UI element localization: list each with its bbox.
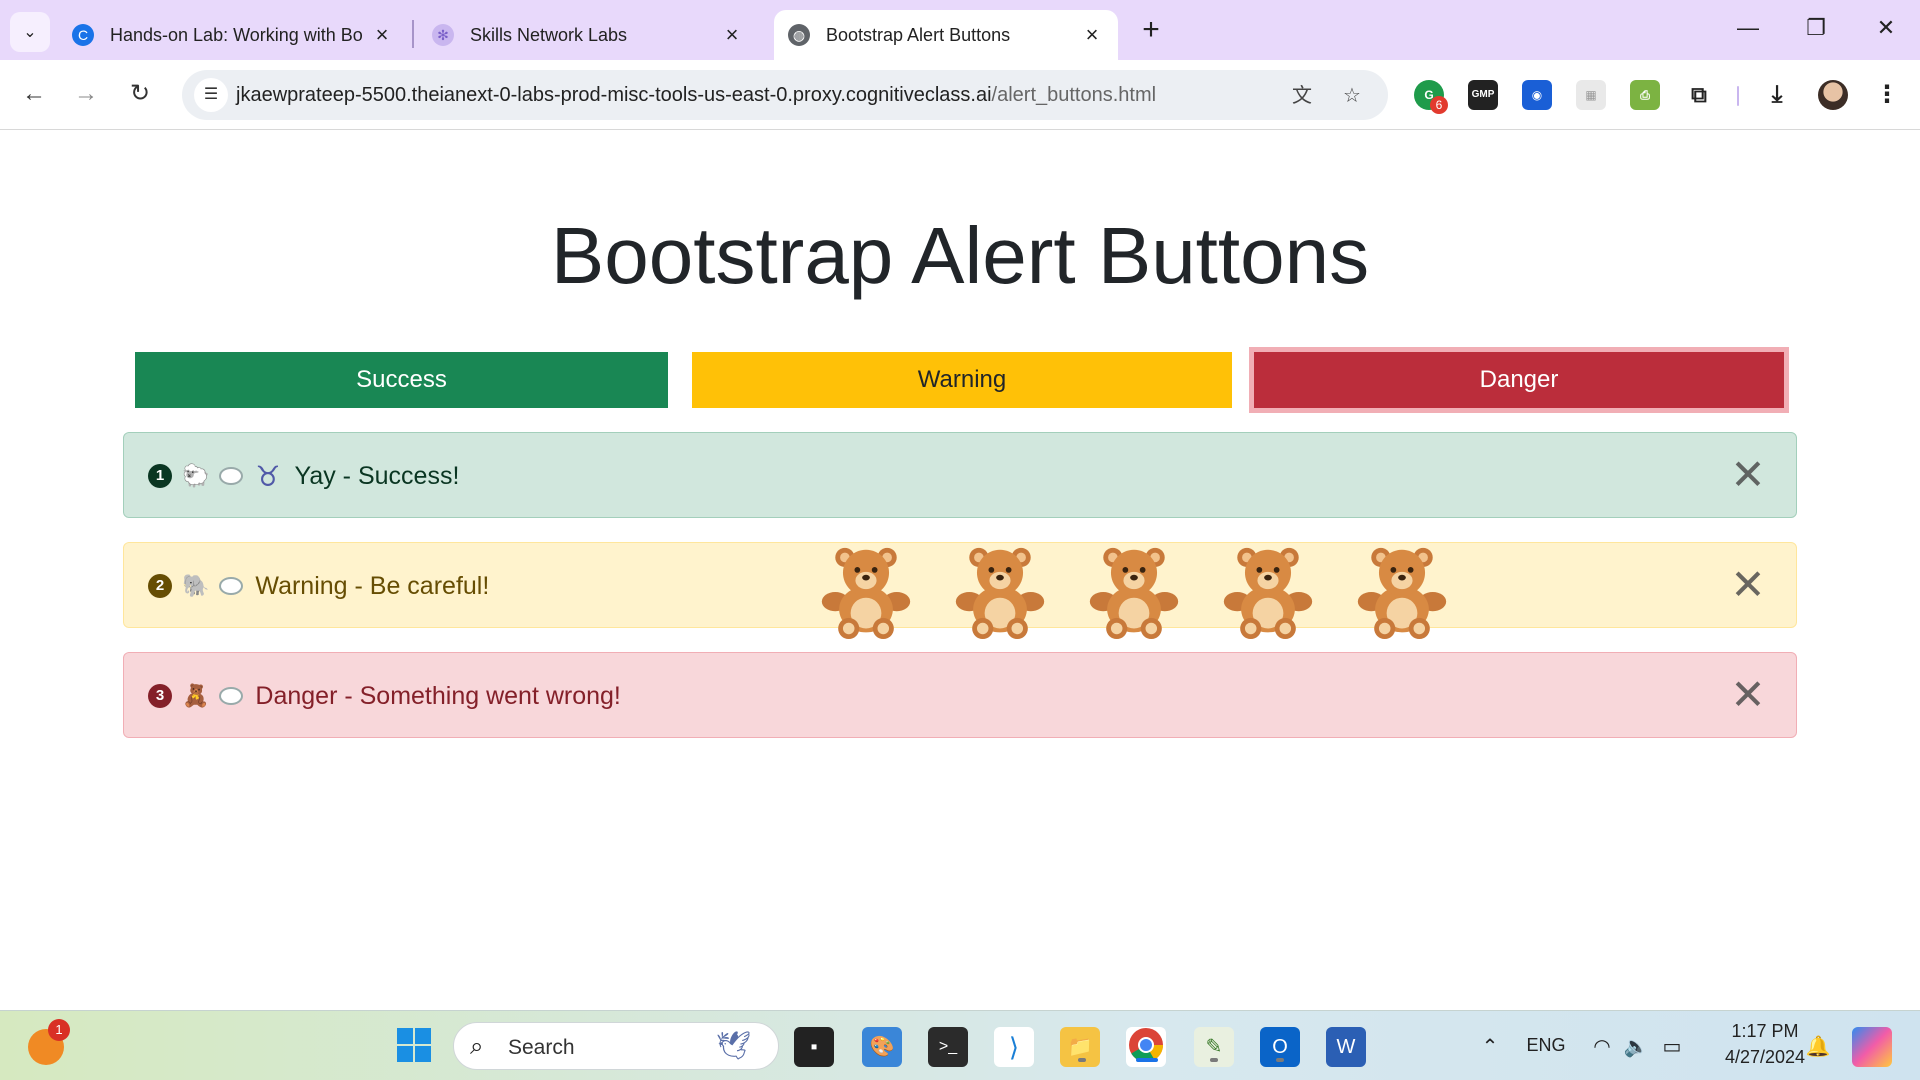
battery-icon[interactable]: ▭ bbox=[1652, 1027, 1692, 1067]
teddy-bear-icon bbox=[821, 547, 911, 640]
alert-message: Yay - Success! bbox=[294, 461, 460, 490]
camera-extension-icon[interactable]: ◉ bbox=[1522, 80, 1552, 110]
close-alert-icon[interactable]: ✕ bbox=[1726, 563, 1770, 607]
bookmark-star-icon[interactable]: ☆ bbox=[1338, 82, 1366, 110]
alert-content: 3 🧸 Danger - Something went wrong! bbox=[148, 653, 621, 739]
taskbar-search-box[interactable]: ⌕ Search 🕊 bbox=[453, 1022, 779, 1070]
alert-message: Danger - Something went wrong! bbox=[255, 681, 621, 710]
teddy-bear-icon bbox=[955, 547, 1045, 640]
teddy-bear-icon bbox=[1223, 547, 1313, 640]
alert-number-badge: 1 bbox=[148, 464, 172, 488]
search-placeholder: Search bbox=[508, 1036, 575, 1059]
forward-arrow-icon[interactable]: → bbox=[66, 74, 106, 114]
windows-taskbar: 1 ⌕ Search 🕊 ▪ 🎨 >_ ⟩ 📁 ✎ O W ⌃ ENG ◠ 🔈 … bbox=[0, 1010, 1920, 1080]
terminal-icon[interactable]: >_ bbox=[928, 1027, 968, 1067]
coursera-icon: C bbox=[72, 24, 94, 46]
new-tab-plus-icon[interactable]: + bbox=[1136, 12, 1166, 48]
search-highlight-bird-icon: 🕊 bbox=[716, 1030, 752, 1061]
danger-button[interactable]: Danger bbox=[1254, 352, 1784, 408]
tab-search-chevron-icon[interactable]: ⌄ bbox=[10, 12, 50, 52]
show-hidden-icons-chevron-icon[interactable]: ⌃ bbox=[1470, 1027, 1510, 1067]
windows-start-icon[interactable] bbox=[394, 1027, 434, 1067]
speech-bubble-icon bbox=[219, 687, 244, 705]
close-alert-icon[interactable]: ✕ bbox=[1726, 673, 1770, 717]
speech-bubble-icon bbox=[219, 577, 244, 595]
taurus-icon: ♉ bbox=[255, 459, 281, 493]
url-path: /alert_buttons.html bbox=[991, 84, 1157, 106]
translate-icon[interactable]: 文 bbox=[1288, 82, 1316, 110]
alert-content: 1 🐑 ♉ Yay - Success! bbox=[148, 433, 459, 519]
vscode-icon[interactable]: ⟩ bbox=[994, 1027, 1034, 1067]
copilot-icon[interactable] bbox=[1852, 1027, 1892, 1067]
globe-icon: ◍ bbox=[788, 24, 810, 46]
teddy-bear-icon bbox=[1357, 547, 1447, 640]
url-host: jkaewprateep-5500.theianext-0-labs-prod-… bbox=[236, 84, 992, 106]
address-bar[interactable]: ☰ jkaewprateep-5500.theianext-0-labs-pro… bbox=[182, 70, 1388, 120]
teddy-bear-small-icon: 🧸 bbox=[182, 683, 210, 709]
task-view-icon[interactable]: ▪ bbox=[794, 1027, 834, 1067]
back-arrow-icon[interactable]: ← bbox=[14, 74, 54, 114]
tab-bootstrap-alert-buttons[interactable]: ◍ Bootstrap Alert Buttons × bbox=[774, 10, 1118, 60]
close-tab-icon[interactable]: × bbox=[1080, 22, 1104, 48]
teddy-bear-icon bbox=[1089, 547, 1179, 640]
toolbar-divider bbox=[1737, 86, 1739, 106]
speech-bubble-icon bbox=[219, 467, 244, 485]
alert-message: Warning - Be careful! bbox=[255, 571, 490, 600]
browser-tab-bar: ⌄ C Hands-on Lab: Working with Bo × ✻ Sk… bbox=[0, 0, 1920, 60]
alert-number-badge: 2 bbox=[148, 574, 172, 598]
taskbar-running-indicator bbox=[1078, 1058, 1086, 1062]
elephant-icon: 🐘 bbox=[182, 573, 210, 599]
profile-avatar[interactable] bbox=[1818, 80, 1848, 110]
success-button[interactable]: Success bbox=[135, 352, 668, 408]
danger-alert: 3 🧸 Danger - Something went wrong! ✕ bbox=[123, 652, 1797, 738]
tab-title: Skills Network Labs bbox=[470, 24, 628, 45]
volume-icon[interactable]: 🔈 bbox=[1616, 1027, 1656, 1067]
blank-extension-icon[interactable]: ▦ bbox=[1576, 80, 1606, 110]
sheep-icon: 🐑 bbox=[182, 463, 210, 489]
site-info-icon[interactable]: ☰ bbox=[194, 78, 228, 112]
reload-icon[interactable]: ↻ bbox=[120, 74, 160, 114]
restore-icon[interactable]: ❐ bbox=[1786, 8, 1846, 48]
gmp-extension-icon[interactable]: GMP bbox=[1468, 80, 1498, 110]
tab-divider bbox=[412, 20, 414, 48]
windows-logo-icon bbox=[397, 1028, 431, 1062]
taskbar-running-indicator bbox=[1276, 1058, 1284, 1062]
page-title: Bootstrap Alert Buttons bbox=[550, 211, 1370, 300]
word-icon[interactable]: W bbox=[1326, 1027, 1366, 1067]
menu-kebab-icon[interactable]: ⋮ bbox=[1872, 80, 1902, 110]
minimize-icon[interactable]: — bbox=[1718, 8, 1778, 48]
taskbar-running-indicator bbox=[1210, 1058, 1218, 1062]
url-text[interactable]: jkaewprateep-5500.theianext-0-labs-prod-… bbox=[236, 84, 1156, 107]
download-icon[interactable]: ⤓ bbox=[1762, 80, 1792, 110]
tab-hands-on-lab[interactable]: C Hands-on Lab: Working with Bo × bbox=[58, 10, 408, 60]
tab-title: Hands-on Lab: Working with Bo bbox=[110, 24, 363, 45]
alert-number-badge: 3 bbox=[148, 684, 172, 708]
browser-toolbar: ← → ↻ ☰ jkaewprateep-5500.theianext-0-la… bbox=[0, 60, 1920, 130]
warning-button[interactable]: Warning bbox=[692, 352, 1232, 408]
printer-extension-icon[interactable]: ⎙ bbox=[1630, 80, 1660, 110]
close-window-icon[interactable]: ✕ bbox=[1856, 8, 1916, 48]
tab-skills-network[interactable]: ✻ Skills Network Labs × bbox=[418, 10, 758, 60]
search-icon: ⌕ bbox=[470, 1033, 484, 1060]
close-tab-icon[interactable]: × bbox=[720, 22, 744, 48]
puzzle-extensions-icon[interactable]: ⧉ bbox=[1684, 80, 1714, 110]
taskbar-active-indicator bbox=[1136, 1058, 1158, 1062]
close-tab-icon[interactable]: × bbox=[370, 22, 394, 48]
success-alert: 1 🐑 ♉ Yay - Success! ✕ bbox=[123, 432, 1797, 518]
paint-icon[interactable]: 🎨 bbox=[862, 1027, 902, 1067]
notification-badge: 1 bbox=[48, 1019, 70, 1041]
skills-network-icon: ✻ bbox=[432, 24, 454, 46]
notifications-bell-icon[interactable]: 🔔 bbox=[1798, 1027, 1838, 1067]
extension-badge: 6 bbox=[1430, 96, 1448, 114]
close-alert-icon[interactable]: ✕ bbox=[1726, 453, 1770, 497]
tab-title: Bootstrap Alert Buttons bbox=[826, 24, 1011, 45]
language-indicator[interactable]: ENG bbox=[1524, 1035, 1568, 1056]
alert-content: 2 🐘 Warning - Be careful! bbox=[148, 543, 489, 629]
